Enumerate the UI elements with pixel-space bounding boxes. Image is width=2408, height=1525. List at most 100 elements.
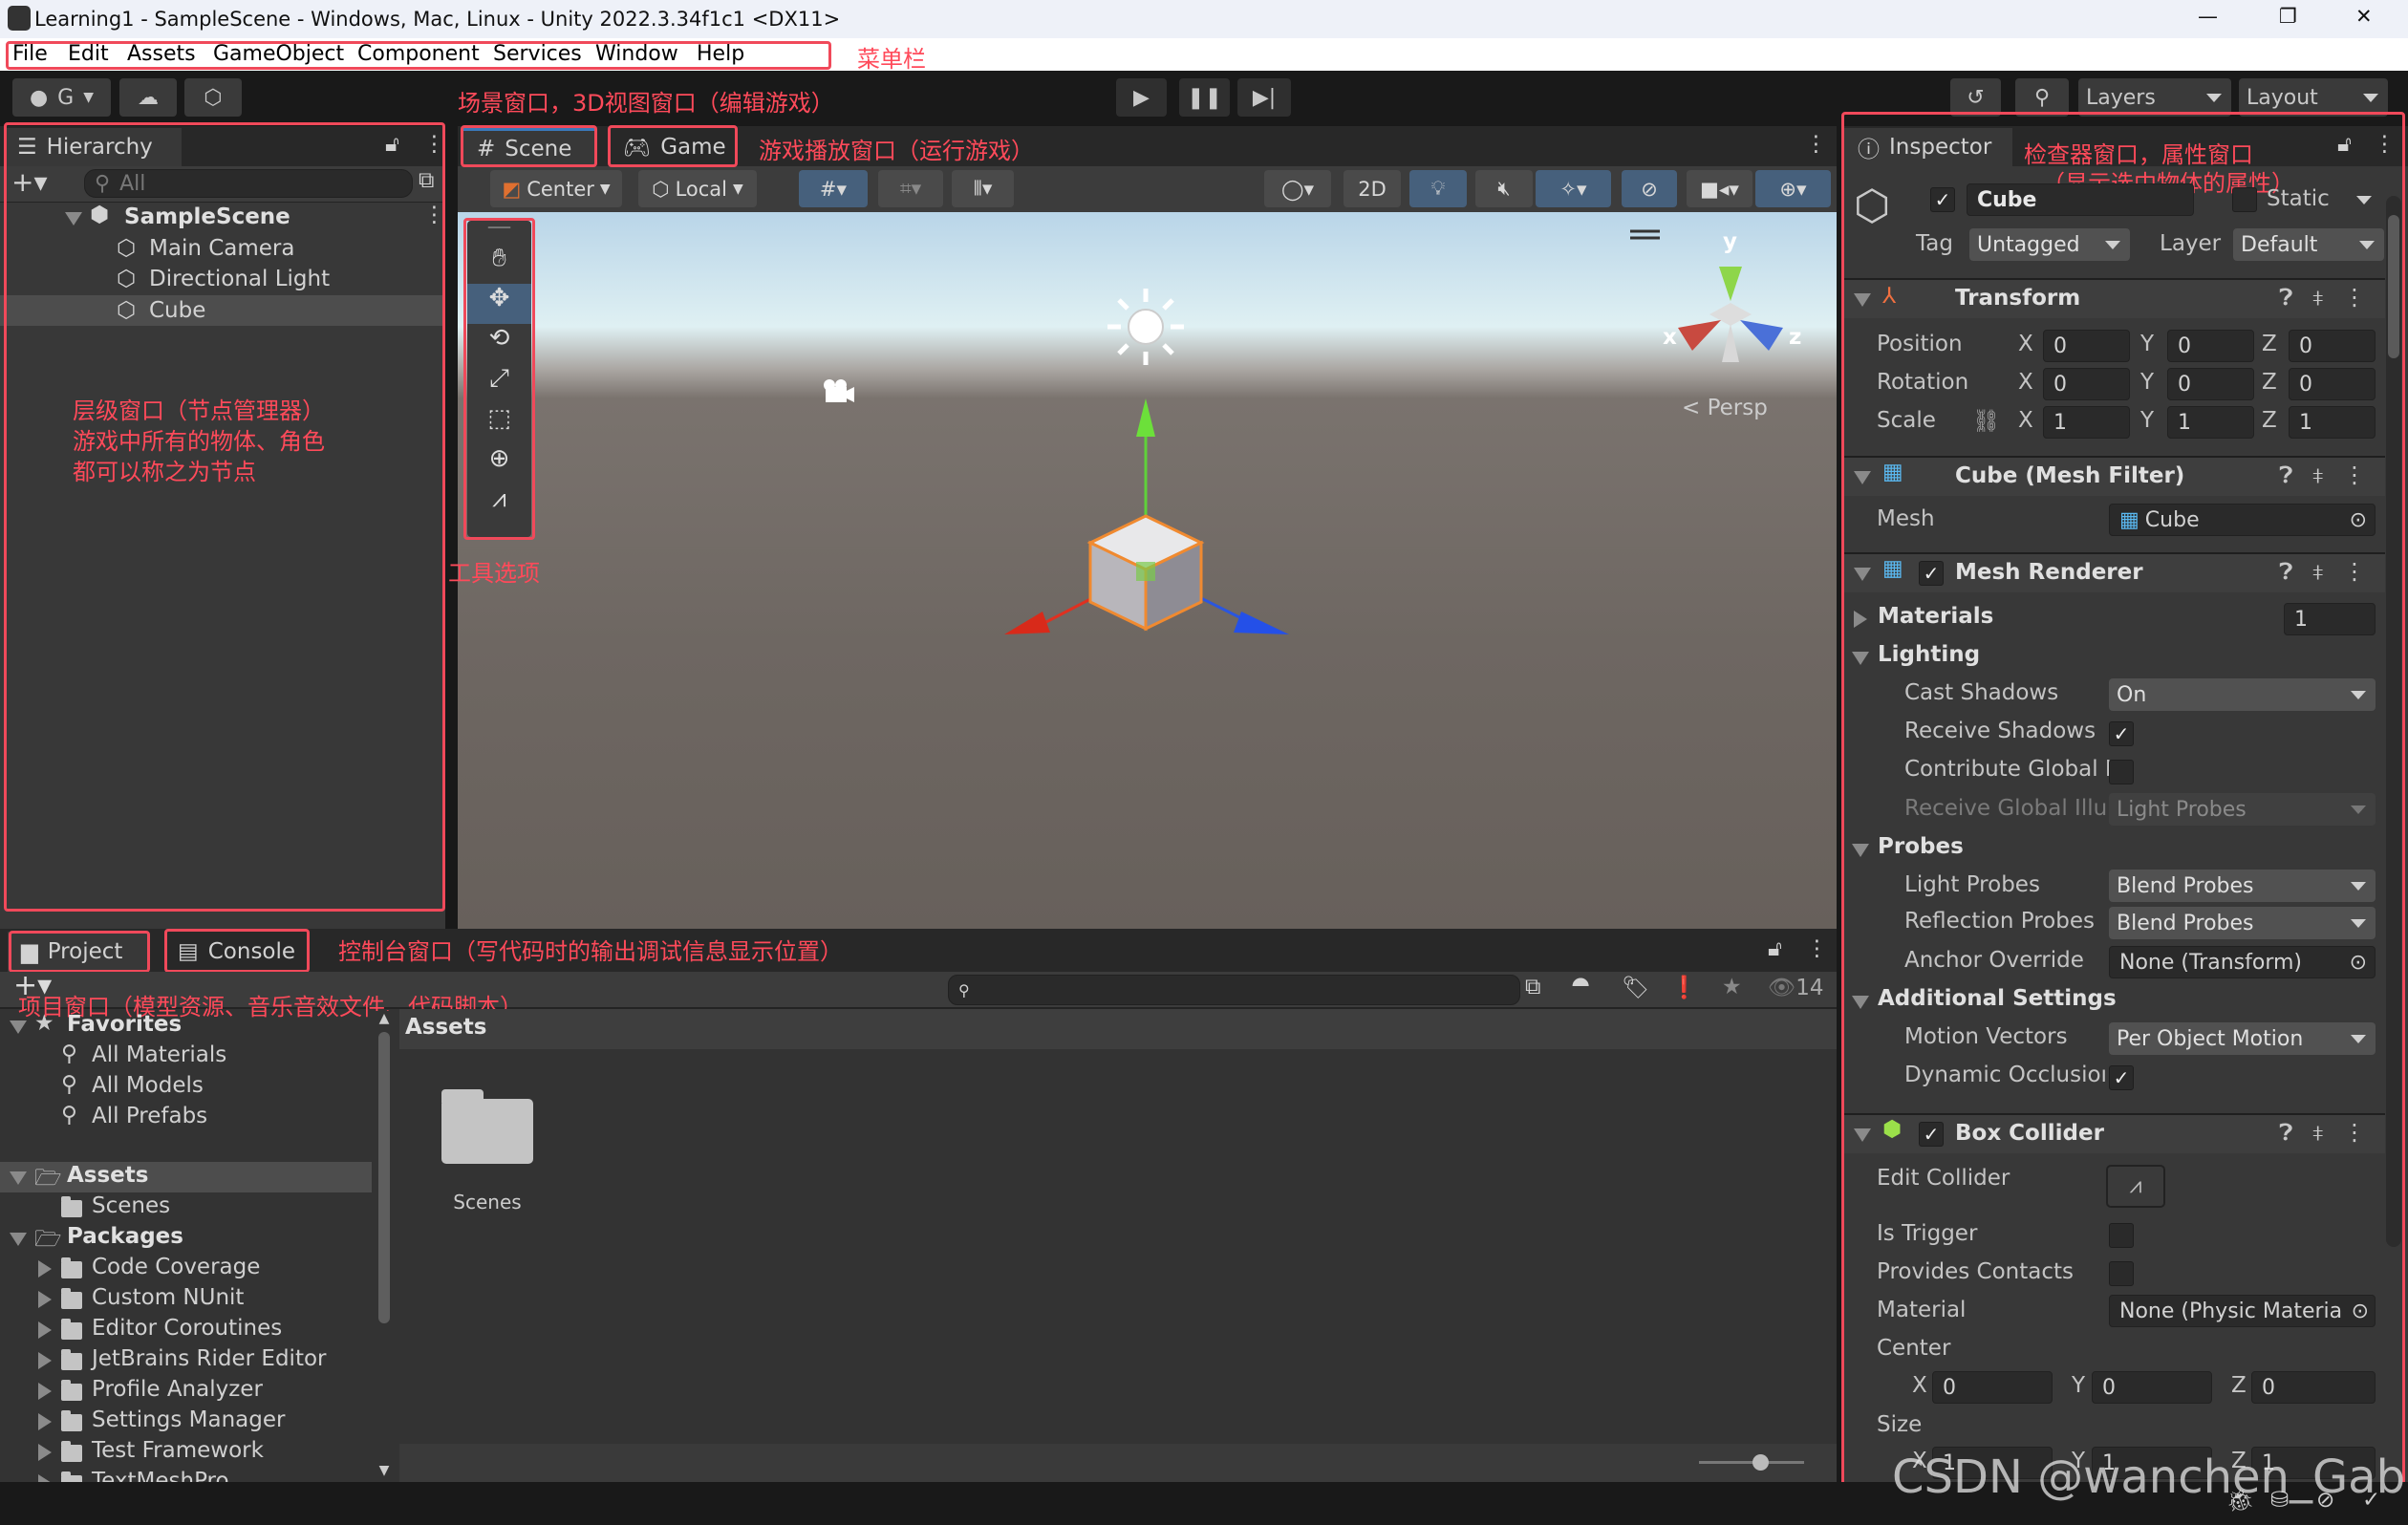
- presets-icon[interactable]: ⧧: [2312, 462, 2324, 488]
- project-tree-item[interactable]: Code Coverage: [0, 1254, 372, 1284]
- axis-label-y[interactable]: Y: [2072, 1373, 2085, 1398]
- undo-history-button[interactable]: ↺: [1950, 78, 2001, 117]
- expand-icon[interactable]: [1854, 611, 1867, 628]
- filter-by-importlog-icon[interactable]: ❗: [1670, 975, 1698, 1000]
- unity-devops-button[interactable]: ⬡: [184, 78, 242, 117]
- kebab-menu-icon[interactable]: ⋮: [2343, 462, 2366, 488]
- object-picker-icon[interactable]: ⊙: [2351, 1299, 2369, 1323]
- physic-material-field[interactable]: None (Physic Materia ⊙: [2109, 1295, 2376, 1327]
- kebab-menu-icon[interactable]: ⋮: [1806, 936, 1828, 961]
- axis-label-z[interactable]: Z: [2262, 370, 2277, 395]
- project-tree-item[interactable]: Profile Analyzer: [0, 1376, 372, 1407]
- menu-gameobject[interactable]: GameObject: [213, 42, 344, 66]
- cast-shadows-dropdown[interactable]: On: [2109, 678, 2376, 711]
- favorite-star-icon[interactable]: ★: [1722, 975, 1742, 999]
- axis-label-y[interactable]: Y: [2140, 408, 2154, 433]
- search-by-type-icon[interactable]: ⧉: [1525, 975, 1540, 999]
- axis-label-z[interactable]: Z: [2231, 1373, 2247, 1398]
- kebab-menu-icon[interactable]: ⋮: [423, 203, 445, 227]
- project-search-input[interactable]: ⚲: [948, 975, 1520, 1005]
- expand-icon[interactable]: [38, 1352, 52, 1369]
- filter-by-label-icon[interactable]: 🏷︎: [1622, 975, 1649, 1000]
- project-tree-item[interactable]: ⚲ All Prefabs: [0, 1103, 372, 1133]
- constrain-proportions-icon[interactable]: ⛓: [1972, 408, 2000, 434]
- kebab-menu-icon[interactable]: ⋮: [2343, 1119, 2366, 1146]
- search-by-type-icon[interactable]: ⧉: [419, 168, 434, 193]
- grid-toggle[interactable]: #▾: [799, 170, 868, 207]
- transform-y-input[interactable]: 1: [2167, 406, 2254, 439]
- transform-y-input[interactable]: 0: [2167, 330, 2254, 362]
- expand-icon[interactable]: [38, 1413, 52, 1430]
- tab-inspector[interactable]: ⓘ Inspector: [1844, 128, 2012, 166]
- center-x-input[interactable]: 0: [1932, 1371, 2053, 1404]
- axis-label-x[interactable]: X: [1912, 1373, 1927, 1398]
- lighting-foldout[interactable]: Lighting: [1878, 642, 1980, 667]
- project-tree-item[interactable]: Scenes: [0, 1192, 372, 1223]
- gizmo-y-label[interactable]: y: [1723, 229, 1737, 254]
- effects-toggle[interactable]: ✧▾: [1536, 170, 1611, 207]
- menu-services[interactable]: Services: [493, 42, 582, 66]
- lock-icon[interactable]: 🔓︎: [1768, 936, 1782, 961]
- static-dropdown-icon[interactable]: [2356, 196, 2372, 204]
- collapse-icon[interactable]: [1852, 844, 1869, 857]
- cloud-button[interactable]: ☁: [119, 78, 177, 117]
- object-picker-icon[interactable]: ⊙: [2350, 951, 2367, 975]
- scroll-down-icon[interactable]: ▼: [375, 1463, 394, 1478]
- transform-x-input[interactable]: 0: [2043, 368, 2130, 400]
- transform-z-input[interactable]: 0: [2289, 368, 2376, 400]
- light-probes-dropdown[interactable]: Blend Probes: [2109, 870, 2376, 902]
- expand-icon[interactable]: [38, 1321, 52, 1339]
- hidden-packages-toggle[interactable]: 👁︎14: [1768, 975, 1823, 1000]
- filter-by-type-icon[interactable]: ⯊: [1572, 975, 1589, 999]
- project-tree-item[interactable]: Editor Coroutines: [0, 1315, 372, 1345]
- search-button[interactable]: ⚲: [2015, 78, 2069, 117]
- tab-game[interactable]: 🎮︎ Game: [610, 128, 736, 166]
- gameobject-icon[interactable]: ⬡: [1854, 182, 1890, 230]
- collapse-icon[interactable]: [1852, 996, 1869, 1009]
- center-y-input[interactable]: 0: [2092, 1371, 2212, 1404]
- menu-assets[interactable]: Assets: [127, 42, 196, 66]
- materials-foldout[interactable]: Materials: [1878, 604, 1993, 629]
- enabled-checkbox[interactable]: ✓: [1919, 1122, 1944, 1147]
- play-button[interactable]: ▶: [1116, 78, 1167, 117]
- inspector-scrollbar[interactable]: [2386, 196, 2401, 1247]
- axis-label-x[interactable]: X: [2018, 408, 2033, 433]
- project-tree-item[interactable]: 🗁︎ Packages: [0, 1223, 372, 1254]
- collapse-icon[interactable]: [1852, 652, 1869, 665]
- scrollbar-thumb[interactable]: [378, 1032, 390, 1323]
- kebab-menu-icon[interactable]: ⋮: [2343, 558, 2366, 585]
- tag-dropdown[interactable]: Untagged: [1969, 228, 2130, 261]
- scroll-up-icon[interactable]: ▲: [375, 1011, 394, 1026]
- motion-vectors-dropdown[interactable]: Per Object Motion: [2109, 1022, 2376, 1055]
- expand-icon[interactable]: [38, 1444, 52, 1461]
- tree-scrollbar[interactable]: ▲ ▼: [375, 1011, 394, 1482]
- help-icon[interactable]: ❓︎: [2279, 1119, 2292, 1146]
- pause-button[interactable]: ❚❚: [1179, 78, 1230, 117]
- hierarchy-item[interactable]: ⬡ Directional Light: [0, 264, 445, 294]
- tab-console[interactable]: ▤ Console: [164, 932, 306, 972]
- 2d-toggle[interactable]: 2D: [1344, 170, 1401, 207]
- breadcrumb-assets[interactable]: Assets: [405, 1015, 486, 1040]
- help-icon[interactable]: ❓︎: [2279, 558, 2292, 585]
- camera-settings-button[interactable]: ■◂▾: [1687, 170, 1752, 207]
- dynamic-occlusion-checkbox[interactable]: ✓: [2109, 1065, 2134, 1090]
- static-checkbox[interactable]: [2232, 187, 2257, 212]
- space-dropdown[interactable]: ⬡ Local ▼: [638, 170, 757, 207]
- hierarchy-item-selected[interactable]: ⬡ Cube: [0, 295, 445, 326]
- help-icon[interactable]: ❓︎: [2279, 284, 2292, 311]
- project-tree-item[interactable]: Test Framework: [0, 1437, 372, 1468]
- audio-toggle[interactable]: 🔇︎: [1475, 170, 1533, 207]
- lock-icon[interactable]: 🔓︎: [2337, 132, 2352, 157]
- tab-scene[interactable]: # Scene: [463, 128, 594, 166]
- menu-component[interactable]: Component: [357, 42, 480, 66]
- expand-icon[interactable]: [38, 1383, 52, 1400]
- probes-foldout[interactable]: Probes: [1878, 834, 1964, 859]
- edit-collider-button[interactable]: ⩘: [2106, 1165, 2165, 1208]
- axis-label-y[interactable]: Y: [2140, 332, 2154, 356]
- presets-icon[interactable]: ⧧: [2312, 1119, 2324, 1146]
- center-z-input[interactable]: 0: [2251, 1371, 2376, 1404]
- layer-dropdown[interactable]: Default: [2233, 228, 2384, 261]
- box-collider-header[interactable]: ⬢ ✓ Box Collider ❓︎ ⧧ ⋮: [1844, 1113, 2385, 1153]
- hierarchy-item[interactable]: ⬡ Main Camera: [0, 233, 445, 264]
- axis-label-y[interactable]: Y: [2140, 370, 2154, 395]
